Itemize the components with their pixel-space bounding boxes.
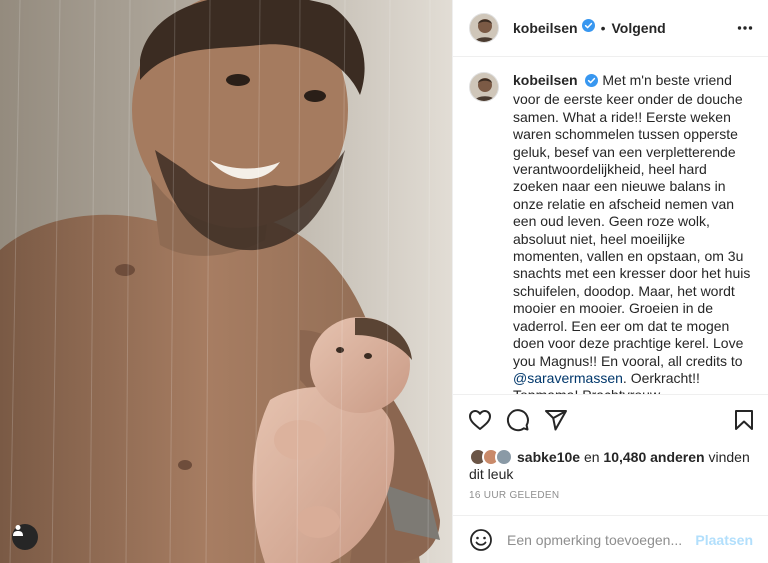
share-icon[interactable] xyxy=(544,408,568,437)
first-liker-link[interactable]: sabke10e xyxy=(517,449,580,465)
caption-body: Met m'n beste vriend voor de eerste keer… xyxy=(513,72,751,369)
more-dots-icon[interactable] xyxy=(737,20,753,41)
verified-badge-icon xyxy=(585,74,599,91)
comment-bar: Plaatsen xyxy=(453,515,768,563)
caption-row: kobeilsen Met m'n beste vriend voor de e… xyxy=(469,72,753,394)
caption-text: kobeilsen Met m'n beste vriend voor de e… xyxy=(513,72,753,394)
verified-badge-icon xyxy=(581,19,595,37)
liker-avatar xyxy=(495,448,513,466)
photo-illustration xyxy=(0,0,452,563)
action-bar xyxy=(453,394,768,446)
likes-summary: sabke10e en 10,480 anderen vinden dit le… xyxy=(469,448,759,483)
liker-avatars[interactable] xyxy=(469,448,515,466)
bookmark-icon[interactable] xyxy=(732,408,756,437)
comment-input[interactable] xyxy=(507,531,696,548)
post-photo[interactable] xyxy=(0,0,452,563)
heart-icon[interactable] xyxy=(468,408,492,437)
likes-count-link[interactable]: 10,480 anderen xyxy=(603,449,704,465)
separator-dot: • xyxy=(600,20,606,36)
user-tag-icon[interactable] xyxy=(12,524,38,550)
caption-avatar[interactable] xyxy=(469,72,499,102)
post-header: kobeilsen • Volgend xyxy=(453,0,768,57)
caption-area: kobeilsen Met m'n beste vriend voor de e… xyxy=(453,58,768,394)
comment-icon[interactable] xyxy=(506,408,530,437)
header-username[interactable]: kobeilsen xyxy=(513,20,578,36)
post-timestamp[interactable]: 16 UUR GELEDEN xyxy=(469,490,559,501)
caption-username[interactable]: kobeilsen xyxy=(513,72,578,88)
following-button[interactable]: Volgend xyxy=(612,20,666,36)
avatar[interactable] xyxy=(469,13,499,43)
caption-mention-link[interactable]: @saravermassen xyxy=(513,370,623,386)
likes-connector: en xyxy=(580,449,604,465)
emoji-icon[interactable] xyxy=(469,528,493,552)
post-side-panel: kobeilsen • Volgend kobeilsen Met m'n be… xyxy=(452,0,768,563)
post-comment-button[interactable]: Plaatsen xyxy=(695,532,753,548)
